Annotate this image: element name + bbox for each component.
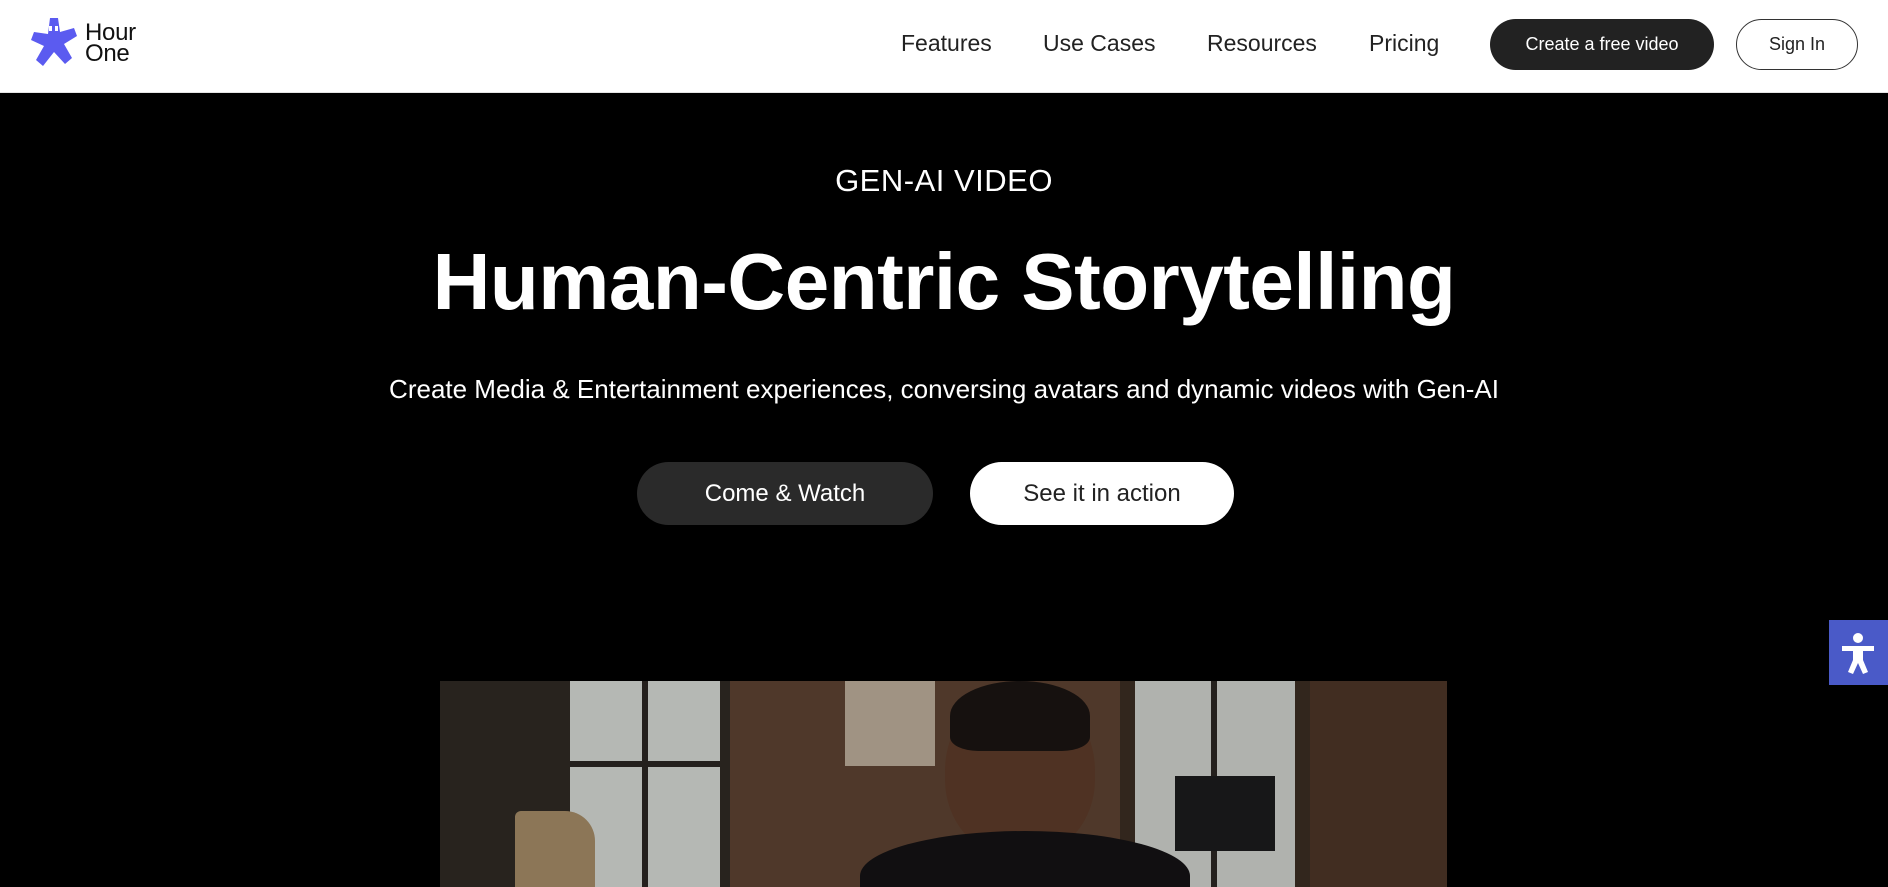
hero-subtitle: Create Media & Entertainment experiences… xyxy=(389,374,1499,404)
see-it-in-action-button[interactable]: See it in action xyxy=(970,462,1234,525)
accessibility-icon xyxy=(1842,633,1874,674)
nav-features[interactable]: Features xyxy=(901,30,992,57)
nav-use-cases[interactable]: Use Cases xyxy=(1043,30,1155,57)
accessibility-button[interactable] xyxy=(1829,620,1888,685)
logo-line-2: One xyxy=(85,40,130,67)
star-mascot-icon xyxy=(31,18,77,66)
nav-resources[interactable]: Resources xyxy=(1207,30,1317,57)
come-and-watch-button[interactable]: Come & Watch xyxy=(637,462,933,525)
hour-one-logo[interactable]: Hour One xyxy=(30,16,160,72)
sign-in-button[interactable]: Sign In xyxy=(1736,19,1858,70)
hero-title: Human-Centric Storytelling xyxy=(432,237,1456,326)
hero-eyebrow: GEN-AI VIDEO xyxy=(835,163,1053,198)
nav-pricing[interactable]: Pricing xyxy=(1369,30,1439,57)
create-free-video-button[interactable]: Create a free video xyxy=(1490,19,1714,70)
logo-wordmark: Hour One xyxy=(85,21,136,67)
site-header: Hour One Features Use Cases Resources Pr… xyxy=(0,0,1888,93)
hero-video[interactable] xyxy=(440,681,1447,887)
